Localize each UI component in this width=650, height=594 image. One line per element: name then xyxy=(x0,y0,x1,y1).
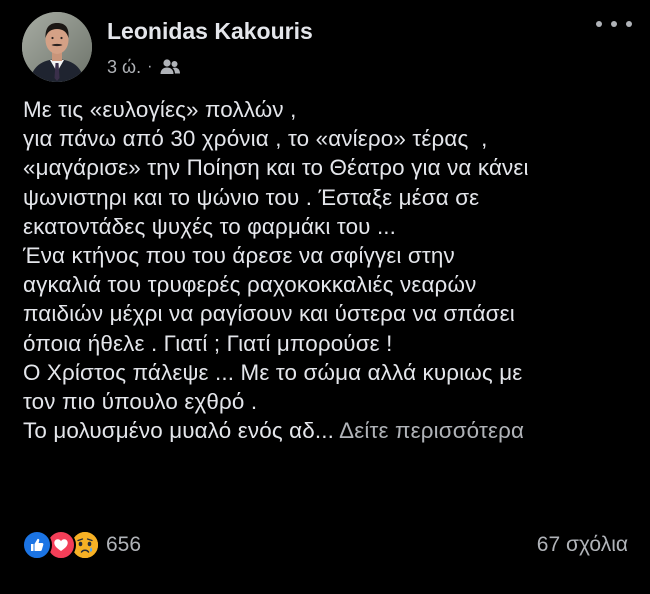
post-text-line: εκατοντάδες ψυχές το φαρμάκι του ... xyxy=(23,213,397,239)
post-text-line: παιδιών μέχρι να ραγίσουν και ύστερα να … xyxy=(23,301,515,327)
post-text-line: Με τις «ευλογίες» πολλών , xyxy=(23,97,297,122)
see-more-link[interactable]: Δείτε περισσότερα xyxy=(339,418,524,443)
post-text: Με τις «ευλογίες» πολλών , για πάνω από … xyxy=(23,95,638,445)
author-name[interactable]: Leonidas Kakouris xyxy=(107,18,313,45)
reaction-count: 656 xyxy=(106,533,142,556)
post-text-line: αγκαλιά του τρυφερές ραχοκοκκαλιές νεαρώ… xyxy=(23,272,477,298)
post-text-line: ψωνιστηρι και το ψώνιο του . Έσταξε μέσα… xyxy=(23,184,480,210)
post-text-line: τον πιο ύπουλο εχθρό . xyxy=(23,388,258,414)
more-options-button[interactable] xyxy=(596,12,632,36)
facebook-post: Leonidas Kakouris 3 ώ. · Με τις «ευλογίε… xyxy=(0,0,650,594)
post-text-line: όποια ήθελε . Γιατί ; Γιατί μπορούσε ! xyxy=(23,330,393,356)
post-text-truncated: Το μολυσμένο μυαλό ενός αδ... xyxy=(23,418,334,444)
post-meta: 3 ώ. · xyxy=(107,56,181,78)
friends-icon[interactable] xyxy=(159,58,181,76)
post-text-line: «μαγάρισε» την Ποίηση και το Θέατρο για … xyxy=(23,155,529,181)
more-dot xyxy=(611,21,617,27)
more-dot xyxy=(626,21,632,27)
comments-count[interactable]: 67 σχόλια xyxy=(537,533,628,557)
post-text-line: Ένα κτήνος που του άρεσε να σφίγγει στην xyxy=(23,242,455,268)
profile-photo xyxy=(22,12,92,82)
meta-separator: · xyxy=(147,58,153,75)
reactions-summary[interactable]: 656 xyxy=(22,530,142,560)
post-text-line: Ο Χρίστος πάλεψε ... Με το σώμα αλλά κυρ… xyxy=(23,359,523,385)
post-text-last-line: Το μολυσμένο μυαλό ενός αδ... Δείτε περι… xyxy=(23,416,638,445)
avatar[interactable] xyxy=(22,12,92,82)
post-text-line: για πάνω από 30 χρόνια , το «ανίερο» τέρ… xyxy=(23,126,488,152)
post-time[interactable]: 3 ώ. xyxy=(107,57,141,78)
more-dot xyxy=(596,21,602,27)
like-icon xyxy=(22,530,52,560)
